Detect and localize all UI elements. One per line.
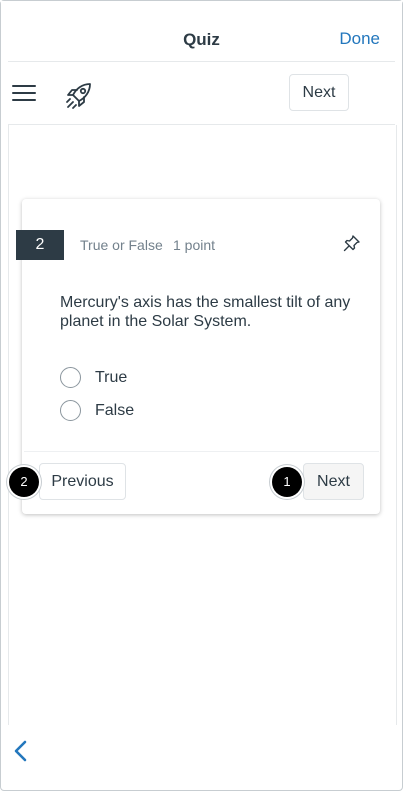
previous-button[interactable]: Previous — [39, 463, 126, 500]
question-number-badge: 2 — [16, 230, 64, 260]
quiz-toolbar: Next — [1, 62, 402, 124]
callout-marker-previous: 2 — [9, 467, 39, 497]
hamburger-menu-icon[interactable] — [12, 85, 36, 103]
next-button[interactable]: Next — [303, 463, 364, 500]
divider — [24, 451, 379, 452]
done-button[interactable]: Done — [339, 29, 380, 49]
nav-bar: Quiz Done — [1, 1, 402, 61]
answer-option-true[interactable]: True — [60, 367, 180, 389]
rocket-icon — [66, 83, 91, 109]
answer-label: False — [95, 402, 135, 419]
question-text: Mercury's axis has the smallest tilt of … — [60, 294, 351, 330]
question-points: 1 point — [173, 237, 216, 253]
answer-label: True — [95, 369, 128, 386]
question-type: True or False — [80, 237, 163, 253]
chevron-left-icon[interactable] — [12, 740, 30, 762]
radio-button[interactable] — [60, 400, 81, 421]
pin-icon[interactable] — [343, 234, 361, 252]
callout-marker-next: 1 — [272, 467, 302, 497]
radio-button[interactable] — [60, 367, 81, 388]
toolbar-next-button[interactable]: Next — [289, 74, 349, 111]
answer-option-false[interactable]: False — [60, 400, 180, 422]
